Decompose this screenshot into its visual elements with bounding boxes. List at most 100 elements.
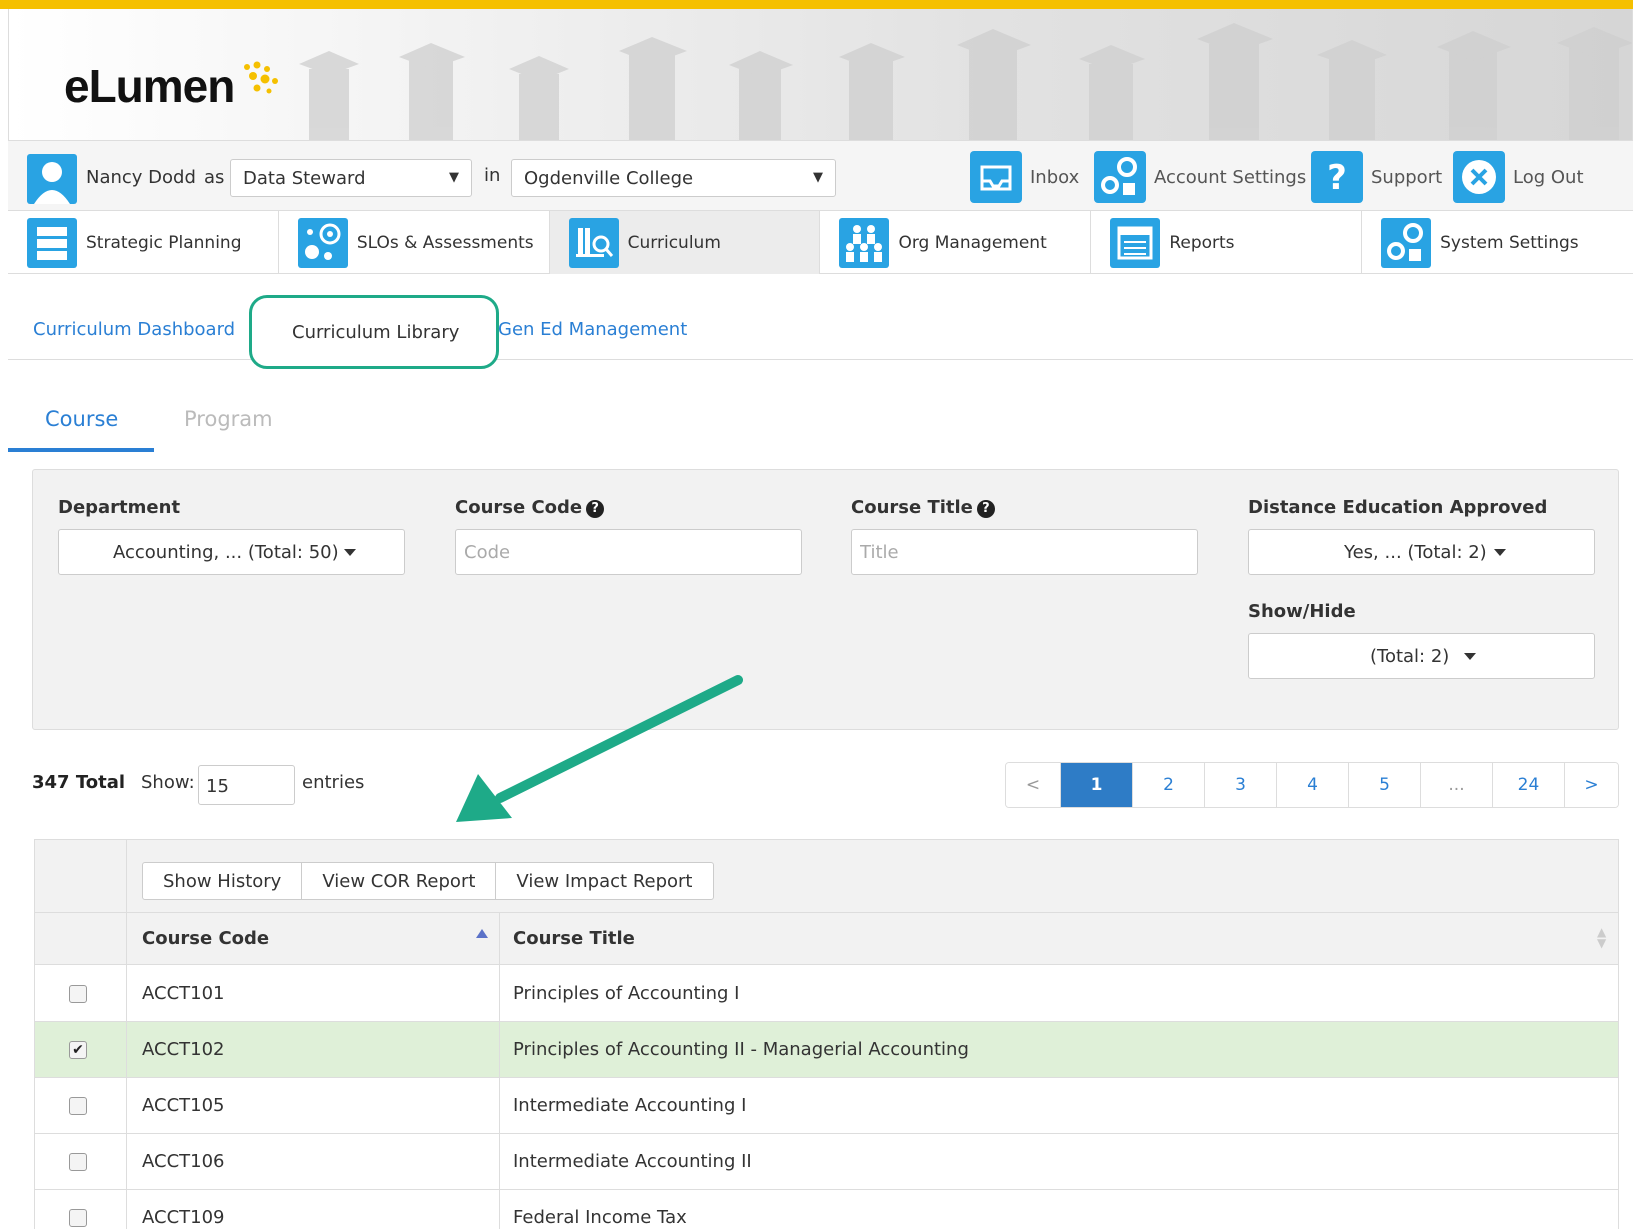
row-checkbox[interactable]: [69, 1153, 87, 1171]
nav-org-management[interactable]: Org Management: [820, 211, 1092, 274]
course-code-cell: ACCT105: [142, 1095, 225, 1116]
table-row[interactable]: ACCT101 Principles of Accounting I: [35, 966, 1618, 1022]
account-settings-label: Account Settings: [1154, 166, 1307, 188]
show-hide-value: (Total: 2): [1370, 646, 1450, 667]
course-code-cell: ACCT106: [142, 1151, 225, 1172]
course-title-input[interactable]: [852, 530, 1197, 574]
view-impact-report-button[interactable]: View Impact Report: [496, 863, 712, 899]
department-select[interactable]: Accounting, ... (Total: 50): [58, 529, 405, 575]
subnav-curriculum-library[interactable]: Curriculum Library: [249, 295, 499, 369]
table-row[interactable]: ACCT105 Intermediate Accounting I: [35, 1078, 1618, 1134]
caret-down-icon: ▼: [449, 170, 459, 185]
user-avatar-icon: [27, 154, 77, 204]
row-checkbox[interactable]: [69, 985, 87, 1003]
pagination-prev[interactable]: <: [1006, 763, 1061, 807]
logout-link[interactable]: Log Out: [1453, 151, 1584, 203]
table-action-buttons: Show History View COR Report View Impact…: [142, 862, 714, 900]
nav-curriculum[interactable]: Curriculum: [549, 211, 821, 274]
course-code-cell: ACCT109: [142, 1207, 225, 1228]
course-title-cell: Principles of Accounting II - Managerial…: [513, 1039, 969, 1060]
entries-label: entries: [302, 772, 365, 793]
course-code-input[interactable]: [456, 530, 801, 574]
distance-education-label: Distance Education Approved: [1248, 497, 1548, 518]
filter-panel: Department Accounting, ... (Total: 50) C…: [32, 469, 1619, 730]
nav-slos-assessments[interactable]: SLOs & Assessments: [279, 211, 550, 274]
distance-education-select[interactable]: Yes, ... (Total: 2): [1248, 529, 1595, 575]
svg-text:?: ?: [1327, 158, 1347, 198]
course-code-field[interactable]: [455, 529, 802, 575]
in-label: in: [484, 165, 501, 186]
nav-system-settings[interactable]: System Settings: [1362, 211, 1633, 274]
course-code-header[interactable]: Course Code: [142, 928, 269, 949]
course-code-cell: ACCT102: [142, 1039, 225, 1060]
caret-down-icon: [1464, 653, 1476, 660]
active-tab-underline: [8, 448, 154, 452]
help-icon[interactable]: ?: [586, 500, 605, 518]
user-name: Nancy Dodd: [86, 167, 196, 188]
sort-both-icon[interactable]: ▲ ▼: [1597, 926, 1606, 949]
pagination-page[interactable]: 3: [1205, 763, 1277, 807]
main-navigation: Strategic Planning SLOs & Assessments Cu…: [8, 211, 1633, 274]
institution-select-value: Ogdenville College: [524, 168, 694, 189]
course-title-header[interactable]: Course Title: [513, 928, 635, 949]
show-label: Show:: [141, 772, 195, 793]
pagination-page[interactable]: 2: [1133, 763, 1205, 807]
table-toolbar: Show History View COR Report View Impact…: [35, 840, 1618, 913]
gears-lock-icon: [1381, 217, 1432, 268]
top-accent-bar: [0, 0, 1633, 9]
nav-reports[interactable]: Reports: [1091, 211, 1363, 274]
pagination-page[interactable]: 24: [1493, 763, 1565, 807]
role-select[interactable]: Data Steward ▼: [230, 159, 472, 197]
distance-education-value: Yes, ... (Total: 2): [1344, 542, 1487, 563]
pagination-page[interactable]: 1: [1061, 763, 1133, 807]
help-icon[interactable]: ?: [976, 500, 995, 518]
pagination: < 1 2 3 4 5 ... 24 >: [1005, 762, 1619, 808]
course-code-label: Course Code?: [455, 497, 605, 518]
library-search-icon: [568, 217, 619, 268]
row-checkbox[interactable]: [69, 1097, 87, 1115]
tab-course[interactable]: Course: [45, 407, 118, 431]
subnav-gen-ed-management[interactable]: Gen Ed Management: [498, 319, 687, 340]
caret-down-icon: ▼: [813, 170, 823, 185]
pagination-ellipsis: ...: [1421, 763, 1493, 807]
nav-org-management-label: Org Management: [898, 232, 1047, 253]
entries-per-page-input[interactable]: 15: [198, 765, 295, 805]
table-row[interactable]: ACCT109 Federal Income Tax: [35, 1190, 1618, 1229]
total-count: 347 Total: [32, 772, 126, 793]
table-row[interactable]: ACCT106 Intermediate Accounting II: [35, 1134, 1618, 1190]
nav-reports-label: Reports: [1169, 232, 1235, 253]
department-label: Department: [58, 497, 181, 518]
pagination-next[interactable]: >: [1565, 763, 1618, 807]
nav-system-settings-label: System Settings: [1440, 232, 1579, 253]
sort-ascending-icon[interactable]: [476, 929, 488, 938]
support-link[interactable]: ? Support: [1311, 151, 1442, 203]
view-cor-report-button[interactable]: View COR Report: [302, 863, 497, 899]
gears-lock-icon: [1094, 151, 1146, 203]
nav-strategic-planning[interactable]: Strategic Planning: [8, 211, 279, 274]
show-history-button[interactable]: Show History: [143, 863, 303, 899]
course-title-field[interactable]: [851, 529, 1198, 575]
subnav-curriculum-dashboard[interactable]: Curriculum Dashboard: [33, 319, 235, 340]
row-checkbox[interactable]: [69, 1209, 87, 1227]
annotation-arrow-icon: [456, 675, 743, 822]
report-list-icon: [1110, 217, 1161, 268]
pagination-page[interactable]: 4: [1277, 763, 1349, 807]
inbox-icon: [970, 151, 1022, 203]
graduates-silhouette-decoration: [299, 23, 1632, 140]
course-title-cell: Intermediate Accounting I: [513, 1095, 747, 1116]
pagination-page[interactable]: 5: [1349, 763, 1421, 807]
nav-curriculum-label: Curriculum: [627, 232, 721, 253]
row-checkbox-checked[interactable]: ✔: [69, 1041, 87, 1059]
target-bubbles-icon: [297, 217, 348, 268]
elumen-logo: eLumen: [64, 60, 235, 112]
inbox-link[interactable]: Inbox: [970, 151, 1079, 203]
table-row[interactable]: ✔ ACCT102 Principles of Accounting II - …: [35, 1022, 1618, 1078]
tab-program[interactable]: Program: [184, 407, 273, 431]
show-hide-select[interactable]: (Total: 2): [1248, 633, 1595, 679]
account-settings-link[interactable]: Account Settings: [1094, 151, 1306, 203]
people-group-icon: [839, 217, 890, 268]
course-code-cell: ACCT101: [142, 983, 225, 1004]
institution-select[interactable]: Ogdenville College ▼: [511, 159, 836, 197]
user-context-bar: Nancy Dodd as Data Steward ▼ in Ogdenvil…: [8, 141, 1633, 211]
as-label: as: [204, 167, 225, 188]
